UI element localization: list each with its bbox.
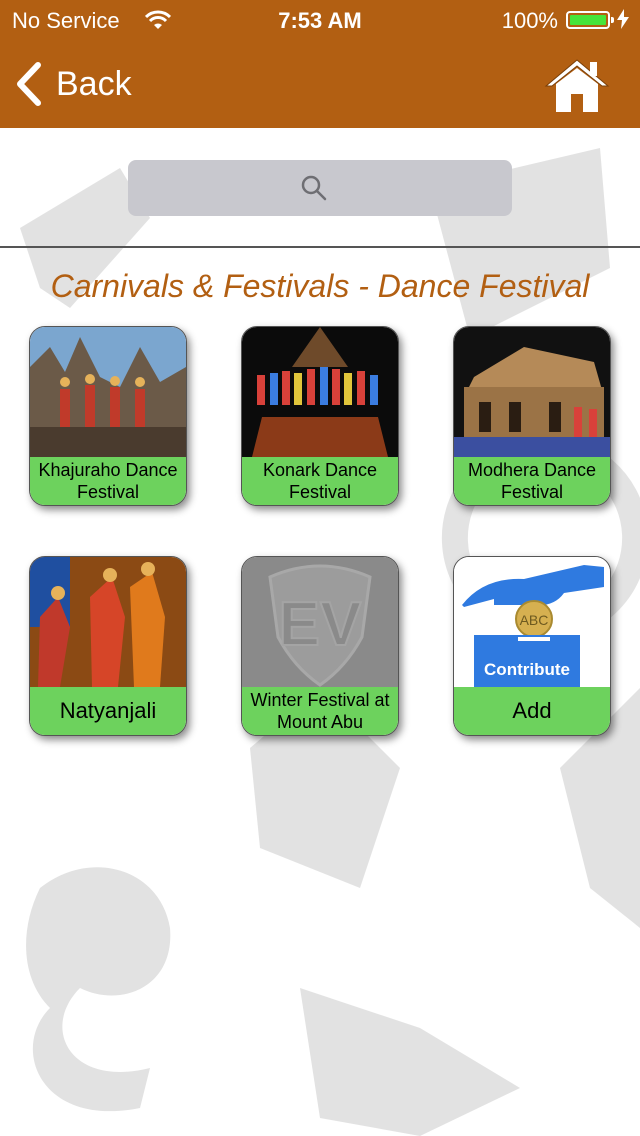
natyanjali-photo <box>30 557 186 687</box>
ev-logo-icon: EV <box>268 564 372 687</box>
tile-label: Modhera Dance Festival <box>454 457 610 505</box>
back-button[interactable]: Back <box>14 60 132 108</box>
tile-label: Winter Festival at Mount Abu <box>242 687 398 735</box>
tile-label: Add <box>454 687 610 735</box>
divider <box>0 246 640 248</box>
tile-konark[interactable]: Konark Dance Festival <box>241 326 399 506</box>
search-bar[interactable] <box>128 160 512 216</box>
tile-add[interactable]: ABC Contribute Add <box>453 556 611 736</box>
back-label: Back <box>56 64 132 103</box>
tile-khajuraho[interactable]: Khajuraho Dance Festival <box>29 326 187 506</box>
tile-natyanjali[interactable]: Natyanjali <box>29 556 187 736</box>
page-title: Carnivals & Festivals - Dance Festival <box>50 268 590 304</box>
home-icon[interactable] <box>544 56 610 114</box>
konark-photo <box>242 327 398 457</box>
tile-label: Konark Dance Festival <box>242 457 398 505</box>
coin-text: ABC <box>520 612 549 628</box>
khajuraho-photo <box>30 327 186 457</box>
placeholder-image: EV <box>242 557 398 687</box>
ev-logo-text: EV <box>279 590 362 659</box>
modhera-photo <box>454 327 610 457</box>
charging-icon <box>617 9 629 29</box>
tile-modhera[interactable]: Modhera Dance Festival <box>453 326 611 506</box>
battery-icon <box>566 11 614 29</box>
battery-percent: 100% <box>501 8 558 33</box>
chevron-left-icon <box>17 62 41 106</box>
status-bar: No Service 7:53 AM 100% <box>0 0 640 40</box>
navigation-bar: No Service 7:53 AM 100% Back <box>0 0 640 128</box>
tile-label: Khajuraho Dance Festival <box>30 457 186 505</box>
contribute-label: Contribute <box>484 660 570 679</box>
contribute-image: ABC Contribute <box>454 557 610 687</box>
search-icon <box>301 175 327 201</box>
tile-label: Natyanjali <box>30 687 186 735</box>
tile-winter-festival[interactable]: EV Winter Festival at Mount Abu <box>241 556 399 736</box>
